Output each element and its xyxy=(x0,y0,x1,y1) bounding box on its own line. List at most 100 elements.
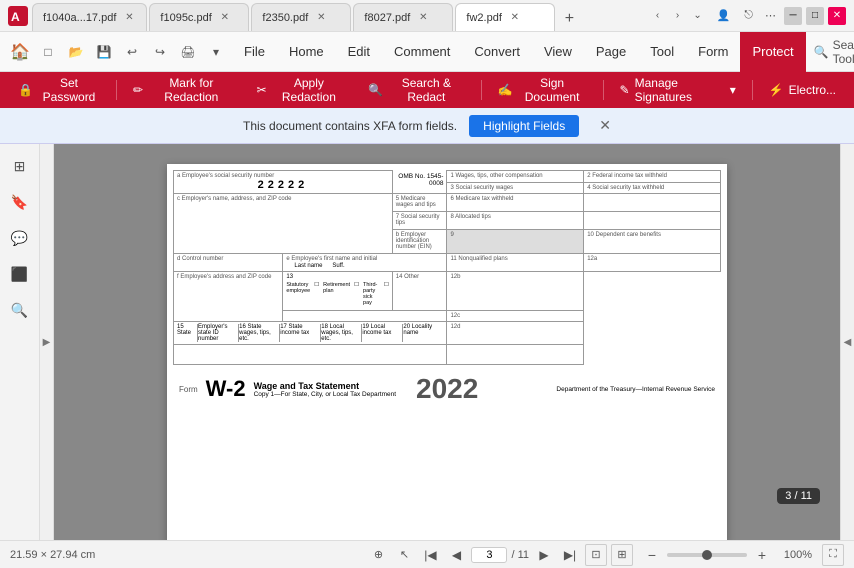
r12b-label: 12b xyxy=(450,274,580,280)
app-icon: A xyxy=(8,6,28,26)
xfa-message: This document contains XFA form fields. xyxy=(243,119,457,133)
search-tools-button[interactable]: 🔍 Search Tools xyxy=(806,34,854,70)
menu-tool[interactable]: Tool xyxy=(638,32,686,72)
lock-icon: 🔒 xyxy=(18,83,33,97)
select-tool[interactable]: ↖ xyxy=(393,544,415,566)
sign-document-button[interactable]: ✍ Sign Document xyxy=(488,72,597,108)
prev-page-button[interactable]: ◀ xyxy=(445,544,467,566)
add-tab-button[interactable]: + xyxy=(557,7,581,31)
menu-arrow[interactable]: ▾ xyxy=(204,40,228,64)
lastname-label: Last name xyxy=(294,263,322,269)
f2-label: Employer's state ID number xyxy=(198,324,239,342)
menu-convert[interactable]: Convert xyxy=(462,32,532,72)
apply-redaction-button[interactable]: ✂ Apply Redaction xyxy=(247,72,356,108)
page-badge: 3 / 11 xyxy=(777,488,820,504)
tab-close-2[interactable]: ✕ xyxy=(218,11,232,25)
r4-label: 4 Social security tax withheld xyxy=(587,185,717,191)
r13-sub2: Retirement plan xyxy=(323,282,350,306)
layers-sidebar-icon[interactable]: ⬛ xyxy=(6,260,34,288)
tab-close-4[interactable]: ✕ xyxy=(416,11,430,25)
tab-nav-right[interactable]: › xyxy=(669,7,687,25)
page-input[interactable] xyxy=(471,547,507,563)
tab-5[interactable]: fw2.pdf ✕ xyxy=(455,3,555,31)
menu-edit[interactable]: Edit xyxy=(336,32,382,72)
menu-comment[interactable]: Comment xyxy=(382,32,462,72)
next-page-button[interactable]: ▶ xyxy=(533,544,555,566)
mark-redaction-label: Mark for Redaction xyxy=(148,76,235,104)
document-area[interactable]: a Employee's social security number 2222… xyxy=(54,144,840,540)
dropdown-arrow-icon: ▾ xyxy=(730,83,736,97)
electro-icon: ⚡ xyxy=(769,83,784,97)
tab-3[interactable]: f2350.pdf ✕ xyxy=(251,3,351,31)
tab-list[interactable]: ⌄ xyxy=(689,7,707,25)
tab-4[interactable]: f8027.pdf ✕ xyxy=(353,3,453,31)
field-c-label: c Employer's name, address, and ZIP code xyxy=(177,196,389,202)
overflow-icon[interactable]: ⋯ xyxy=(761,9,780,22)
tab-2[interactable]: f1095c.pdf ✕ xyxy=(149,3,249,31)
share-icon[interactable]: ⎋ xyxy=(740,9,757,22)
menu-home[interactable]: Home xyxy=(277,32,336,72)
zoom-slider[interactable] xyxy=(667,553,747,557)
new-icon[interactable]: □ xyxy=(36,40,60,64)
pages-sidebar-icon[interactable]: ⊞ xyxy=(6,152,34,180)
home-icon[interactable]: 🏠 xyxy=(8,40,32,64)
cursor-tool[interactable]: ⊕ xyxy=(367,544,389,566)
save-icon[interactable]: 💾 xyxy=(92,40,116,64)
tab-close-5[interactable]: ✕ xyxy=(508,11,522,25)
menu-protect[interactable]: Protect xyxy=(740,32,805,72)
f7-label: 20 Locality name xyxy=(403,324,443,342)
tab-close-1[interactable]: ✕ xyxy=(122,11,136,25)
maximize-button[interactable]: □ xyxy=(806,7,824,25)
set-password-button[interactable]: 🔒 Set Password xyxy=(8,72,110,108)
suff-label: Suff. xyxy=(332,263,344,269)
sign-icon: ✍ xyxy=(498,83,513,97)
print-icon[interactable]: 🖨 xyxy=(176,40,200,64)
zoom-thumb xyxy=(702,550,712,560)
last-page-button[interactable]: ▶| xyxy=(559,544,581,566)
footer-year: 2022 xyxy=(416,373,478,405)
menu-page[interactable]: Page xyxy=(584,32,638,72)
menu-file[interactable]: File xyxy=(232,32,277,72)
close-button[interactable]: ✕ xyxy=(828,7,846,25)
right-panel-toggle[interactable]: ◀ xyxy=(840,144,854,540)
mark-redaction-button[interactable]: ✏ Mark for Redaction xyxy=(123,72,245,108)
footer-form-label: Form xyxy=(179,385,198,394)
zoom-in-button[interactable]: + xyxy=(753,546,771,564)
search-icon: 🔍 xyxy=(814,45,829,59)
search-redact-button[interactable]: 🔍 Search & Redact xyxy=(358,72,475,108)
first-page-button[interactable]: |◀ xyxy=(419,544,441,566)
mark-icon: ✏ xyxy=(133,83,143,97)
search-redact-icon: 🔍 xyxy=(368,83,383,97)
r13-label: 13 xyxy=(286,274,388,280)
tab-1[interactable]: f1040a...17.pdf ✕ xyxy=(32,3,147,31)
main-area: ⊞ 🔖 💬 ⬛ 🔍 ▶ a Employee's social security… xyxy=(0,144,854,540)
user-icon[interactable]: 👤 xyxy=(711,9,737,22)
search-sidebar-icon[interactable]: 🔍 xyxy=(6,296,34,324)
electro-button[interactable]: ⚡ Electro... xyxy=(759,79,846,101)
menu-search: 🔍 Search Tools xyxy=(806,34,854,70)
zoom-out-button[interactable]: − xyxy=(643,546,661,564)
open-icon[interactable]: 📂 xyxy=(64,40,88,64)
comments-sidebar-icon[interactable]: 💬 xyxy=(6,224,34,252)
highlight-fields-button[interactable]: Highlight Fields xyxy=(469,115,579,137)
menu-view[interactable]: View xyxy=(532,32,584,72)
f3-label: 16 State wages, tips, etc. xyxy=(239,324,280,342)
minimize-button[interactable]: ─ xyxy=(784,7,802,25)
xfa-close-icon[interactable]: ✕ xyxy=(599,117,611,134)
bookmarks-sidebar-icon[interactable]: 🔖 xyxy=(6,188,34,216)
tab-nav-left[interactable]: ‹ xyxy=(649,7,667,25)
w2-footer: Form W-2 Wage and Tax Statement Copy 1—F… xyxy=(173,369,721,409)
toolbar-divider-4 xyxy=(752,80,753,100)
w2-table: a Employee's social security number 2222… xyxy=(173,170,721,365)
redo-icon[interactable]: ↪ xyxy=(148,40,172,64)
fullscreen-button[interactable]: ⛶ xyxy=(822,544,844,566)
fit-width-button[interactable]: ⊞ xyxy=(611,544,633,566)
r6-label: 6 Medicare tax withheld xyxy=(450,196,580,202)
tab-close-3[interactable]: ✕ xyxy=(314,11,328,25)
xfa-banner: This document contains XFA form fields. … xyxy=(0,108,854,144)
manage-signatures-dropdown[interactable]: ✎ Manage Signatures ▾ xyxy=(610,72,746,108)
undo-icon[interactable]: ↩ xyxy=(120,40,144,64)
fit-page-button[interactable]: ⊡ xyxy=(585,544,607,566)
left-panel-toggle[interactable]: ▶ xyxy=(40,144,54,540)
menu-form[interactable]: Form xyxy=(686,32,740,72)
